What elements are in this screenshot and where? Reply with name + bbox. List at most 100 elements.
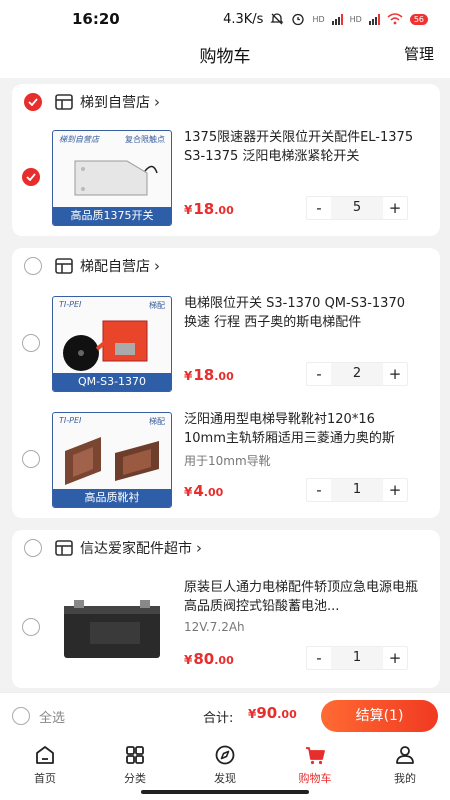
product-image[interactable]: TI-PEI 梯配 QM-S3-1370: [52, 296, 172, 392]
thumb-caption: 高品质1375开关: [53, 207, 171, 225]
price-symbol: ¥: [184, 203, 193, 217]
shop-icon: [55, 94, 73, 110]
increase-button[interactable]: +: [383, 647, 407, 669]
price: ¥4.00: [184, 482, 223, 500]
item-checkbox[interactable]: [22, 450, 40, 468]
cart-icon: [306, 747, 325, 765]
item-checkbox[interactable]: [22, 334, 40, 352]
category-grid-icon: [126, 746, 144, 764]
checkout-button[interactable]: 结算(1): [321, 700, 438, 732]
tab-discover[interactable]: 发现: [195, 744, 255, 786]
quantity-stepper: - 5 +: [306, 196, 408, 220]
quantity-value[interactable]: 5: [331, 197, 383, 219]
tab-label: 购物车: [298, 772, 332, 785]
store-header: 梯到自营店 ›: [12, 84, 440, 120]
tab-category[interactable]: 分类: [105, 744, 165, 786]
status-bar: 16:20 4.3K/s HD HD 56: [0, 0, 450, 38]
wifi-icon: [387, 13, 403, 25]
increase-button[interactable]: +: [383, 197, 407, 219]
price-symbol: ¥: [184, 369, 193, 383]
total-dec: .00: [277, 708, 297, 721]
home-indicator[interactable]: [141, 790, 309, 794]
store-card: 梯到自营店 › 梯到自营店 复合限触点 高品质1375开关 1375限速器开关限…: [12, 84, 440, 236]
product-spec[interactable]: 12V.7.2Ah: [184, 620, 245, 634]
cart-item: 原装巨人通力电梯配件轿顶应急电源电瓶 高品质阀控式铅酸蓄电池... 12V.7.…: [12, 576, 440, 680]
switch-product-graphic: [74, 160, 158, 196]
price: ¥18.00: [184, 200, 234, 218]
chevron-right-icon[interactable]: ›: [154, 257, 160, 275]
home-icon: [36, 746, 54, 764]
product-spec[interactable]: 用于10mm导靴: [184, 452, 271, 469]
product-image[interactable]: [52, 580, 172, 676]
tab-label: 发现: [214, 772, 236, 785]
quantity-value[interactable]: 1: [331, 647, 383, 669]
decrease-button[interactable]: -: [307, 647, 331, 669]
thumb-brand-tag: 复合限触点: [125, 135, 165, 144]
network-speed: 4.3K/s: [223, 11, 264, 27]
price-int: 18: [193, 366, 215, 384]
chevron-right-icon[interactable]: ›: [196, 539, 202, 557]
price-symbol: ¥: [184, 485, 193, 499]
store-checkbox[interactable]: [24, 93, 42, 111]
increase-button[interactable]: +: [383, 479, 407, 501]
quantity-stepper: - 2 +: [306, 362, 408, 386]
price: ¥80.00: [184, 650, 234, 668]
thumb-caption: 高品质靴衬: [53, 489, 171, 507]
select-all-label[interactable]: 全选: [39, 707, 65, 726]
product-title[interactable]: 泛阳通用型电梯导靴靴衬120*16 10mm主轨轿厢适用三菱通力奥的斯: [184, 410, 420, 448]
thumb-brand-tag: 梯配: [149, 417, 165, 426]
store-checkbox[interactable]: [24, 539, 42, 557]
store-card: 信达爱家配件超市 › 原装巨人通力电梯配件轿顶应急电源电瓶 高品质阀控式铅酸蓄电…: [12, 530, 440, 688]
quantity-value[interactable]: 2: [331, 363, 383, 385]
tab-label: 首页: [34, 772, 56, 785]
page-title: 购物车: [199, 47, 251, 67]
tab-cart[interactable]: 购物车: [285, 744, 345, 786]
price-dec: .00: [203, 486, 224, 499]
store-name[interactable]: 信达爱家配件超市: [80, 538, 192, 558]
price-symbol: ¥: [184, 653, 193, 667]
thumb-brand-tag: 梯配: [149, 301, 165, 310]
quantity-value[interactable]: 1: [331, 479, 383, 501]
item-checkbox[interactable]: [22, 618, 40, 636]
store-checkbox[interactable]: [24, 257, 42, 275]
tab-home[interactable]: 首页: [15, 744, 75, 786]
price-int: 80: [193, 650, 215, 668]
battery-product-graphic: [64, 600, 160, 658]
select-all-checkbox[interactable]: [12, 707, 30, 725]
checkout-bar: 全选 合计: ¥90.00 结算(1): [0, 692, 450, 738]
manage-button[interactable]: 管理: [404, 43, 434, 64]
product-image[interactable]: TI-PEI 梯配 高品质靴衬: [52, 412, 172, 508]
quantity-stepper: - 1 +: [306, 646, 408, 670]
price-dec: .00: [214, 370, 234, 383]
product-title[interactable]: 原装巨人通力电梯配件轿顶应急电源电瓶 高品质阀控式铅酸蓄电池...: [184, 578, 420, 616]
thumb-brand: 梯到自营店: [59, 135, 99, 144]
store-header: 梯配自营店 ›: [12, 248, 440, 284]
decrease-button[interactable]: -: [307, 479, 331, 501]
product-image[interactable]: 梯到自营店 复合限触点 高品质1375开关: [52, 130, 172, 226]
profile-icon: [396, 746, 414, 764]
cart-item: TI-PEI 梯配 QM-S3-1370 电梯限位开关 S3-1370 QM-S…: [12, 292, 440, 396]
chevron-right-icon[interactable]: ›: [154, 93, 160, 111]
store-name[interactable]: 梯到自营店: [80, 92, 150, 112]
cart-item: 梯到自营店 复合限触点 高品质1375开关 1375限速器开关限位开关配件EL-…: [12, 126, 440, 230]
product-title[interactable]: 1375限速器开关限位开关配件EL-1375 S3-1375 泛阳电梯涨紧轮开关: [184, 128, 420, 166]
store-name[interactable]: 梯配自营店: [80, 256, 150, 276]
status-icons: 4.3K/s HD HD 56: [223, 12, 428, 27]
product-title[interactable]: 电梯限位开关 S3-1370 QM-S3-1370 换速 行程 西子奥的斯电梯配…: [184, 294, 420, 332]
tab-profile[interactable]: 我的: [375, 744, 435, 786]
total-price: ¥90.00: [248, 704, 297, 722]
decrease-button[interactable]: -: [307, 363, 331, 385]
limit-switch-graphic: [63, 320, 148, 371]
shop-icon: [55, 540, 73, 556]
compass-icon: [215, 745, 235, 765]
thumb-caption: QM-S3-1370: [53, 373, 171, 391]
tab-label: 我的: [394, 772, 416, 785]
price-dec: .00: [214, 204, 234, 217]
decrease-button[interactable]: -: [307, 197, 331, 219]
increase-button[interactable]: +: [383, 363, 407, 385]
mute-icon: [270, 13, 285, 25]
price: ¥18.00: [184, 366, 234, 384]
tab-label: 分类: [124, 772, 146, 785]
alarm-icon: [292, 13, 305, 26]
item-checkbox[interactable]: [22, 168, 40, 186]
